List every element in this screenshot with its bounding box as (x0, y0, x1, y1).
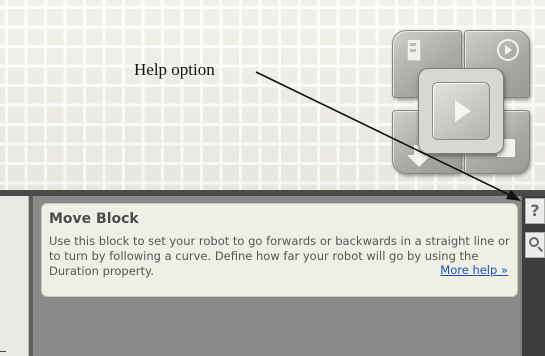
question-icon: ? (530, 201, 540, 220)
search-button[interactable] (525, 232, 545, 258)
corner-mark (0, 351, 6, 352)
help-panel: Move Block Use this block to set your ro… (41, 203, 518, 297)
download-icon (407, 39, 437, 67)
more-help-link[interactable]: More help » (440, 263, 508, 277)
help-title: Move Block (49, 211, 139, 227)
play-icon (455, 100, 471, 122)
controller-pad (386, 28, 534, 178)
search-icon (529, 237, 539, 247)
left-strip (0, 196, 29, 356)
run-icon (497, 39, 519, 61)
annotation-label: Help option (134, 60, 215, 79)
help-button[interactable]: ? (525, 198, 545, 224)
play-button[interactable] (418, 68, 504, 154)
